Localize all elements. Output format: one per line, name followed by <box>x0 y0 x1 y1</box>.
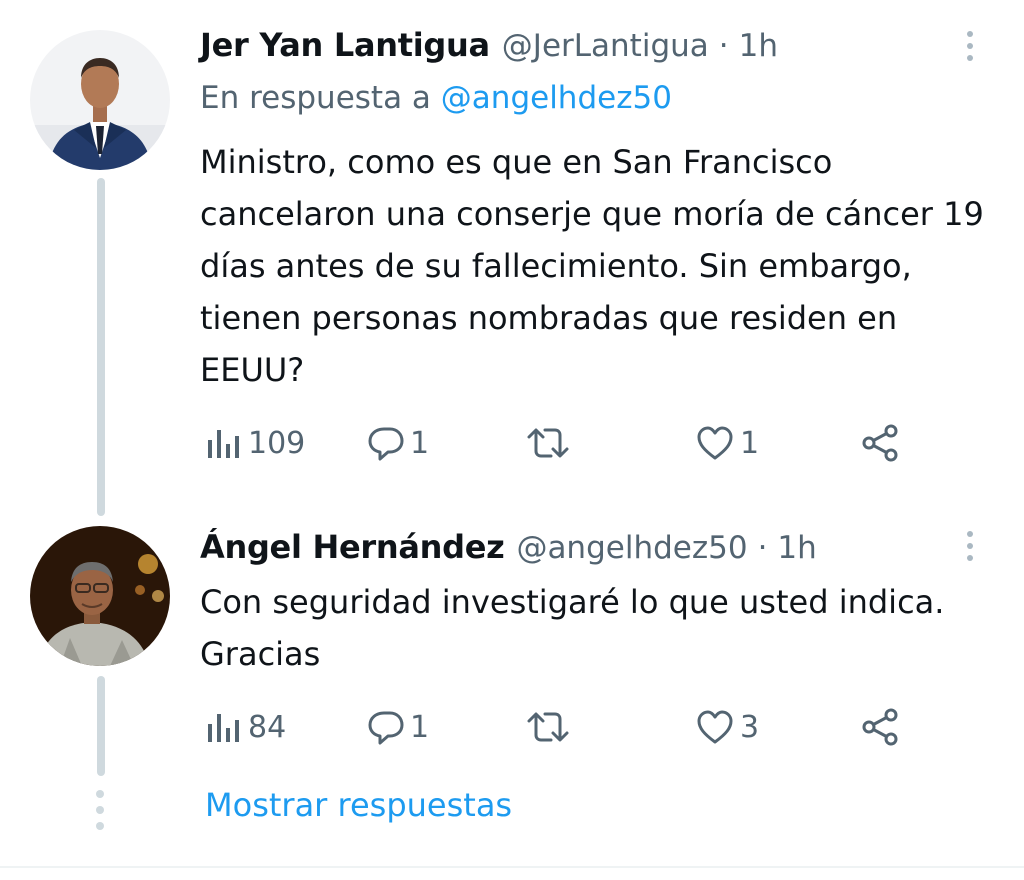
tweet-header: Jer Yan Lantigua @JerLantigua · 1h <box>200 26 778 64</box>
separator-dot: · <box>757 530 768 566</box>
views-count: 109 <box>248 425 306 461</box>
thread-line-2 <box>97 676 105 776</box>
like-button[interactable]: 1 <box>696 420 759 466</box>
reply-icon <box>368 711 404 745</box>
user-avatar-suit-icon <box>30 30 170 170</box>
display-name[interactable]: Ángel Hernández <box>200 528 505 566</box>
more-options-icon[interactable] <box>960 526 980 566</box>
heart-icon <box>697 710 733 744</box>
more-options-icon[interactable] <box>960 26 980 66</box>
thread-continuation-dots <box>96 790 104 830</box>
timestamp[interactable]: 1h <box>777 530 816 566</box>
reply-count: 1 <box>410 425 430 461</box>
share-icon <box>862 424 898 462</box>
reply-prefix: En respuesta a <box>200 80 431 116</box>
user-avatar-man-icon <box>30 526 170 666</box>
tweet-actions: 84 1 3 <box>200 704 920 750</box>
share-icon <box>862 708 898 746</box>
retweet-button[interactable] <box>526 420 576 466</box>
analytics-icon <box>208 430 239 458</box>
analytics-icon <box>208 714 239 742</box>
reply-icon <box>368 427 404 461</box>
tweet-actions: 109 1 1 <box>200 420 920 466</box>
views-button[interactable]: 84 <box>206 704 286 750</box>
user-handle[interactable]: @JerLantigua <box>502 28 709 64</box>
share-button[interactable] <box>860 420 900 466</box>
like-count: 1 <box>740 425 760 461</box>
tweet-text: Con seguridad investigaré lo que usted i… <box>200 583 945 673</box>
heart-icon <box>697 426 733 460</box>
show-replies-link[interactable]: Mostrar respuestas <box>205 786 512 824</box>
reply-button[interactable]: 1 <box>368 420 429 466</box>
divider <box>0 866 1024 868</box>
avatar[interactable] <box>30 526 170 666</box>
share-button[interactable] <box>860 704 900 750</box>
tweet-header: Ángel Hernández @angelhdez50 · 1h <box>200 528 817 566</box>
display-name[interactable]: Jer Yan Lantigua <box>200 26 490 64</box>
views-count: 84 <box>248 709 287 745</box>
tweet-text: Ministro, como es que en San Francisco c… <box>200 143 984 389</box>
reply-button[interactable]: 1 <box>368 704 429 750</box>
reply-context: En respuesta a @angelhdez50 <box>200 80 672 116</box>
timestamp[interactable]: 1h <box>739 28 778 64</box>
like-count: 3 <box>740 709 760 745</box>
retweet-icon <box>527 428 569 458</box>
thread-line-1 <box>97 178 105 516</box>
like-button[interactable]: 3 <box>696 704 759 750</box>
reply-count: 1 <box>410 709 430 745</box>
retweet-icon <box>527 712 569 742</box>
reply-to-handle[interactable]: @angelhdez50 <box>441 80 672 116</box>
views-button[interactable]: 109 <box>206 420 305 466</box>
separator-dot: · <box>718 28 729 64</box>
user-handle[interactable]: @angelhdez50 <box>516 530 747 566</box>
retweet-button[interactable] <box>526 704 576 750</box>
avatar[interactable] <box>30 30 170 170</box>
